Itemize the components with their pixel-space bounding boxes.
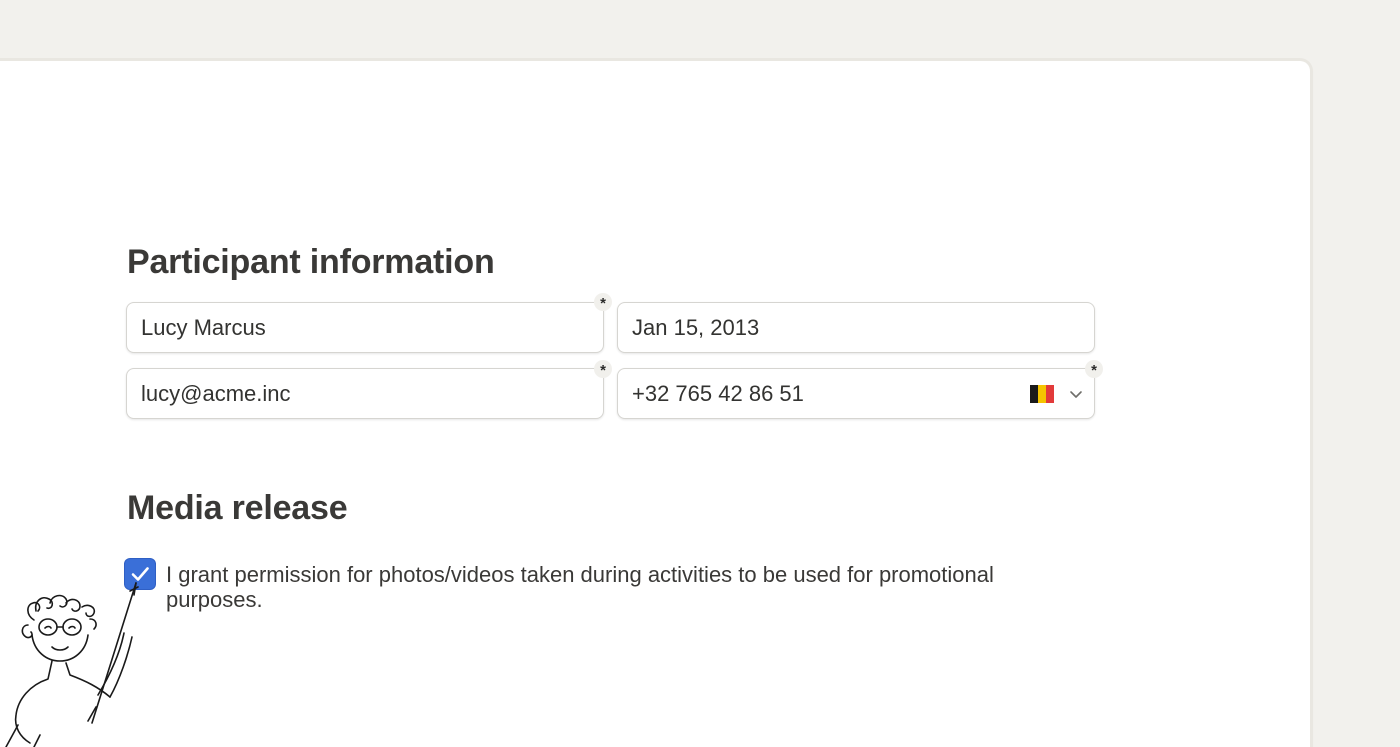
required-asterisk-name: * <box>594 293 612 312</box>
phone-input[interactable] <box>618 369 1094 418</box>
name-input[interactable] <box>127 303 603 352</box>
participant-information-heading: Participant information <box>127 243 495 281</box>
belgium-flag-icon[interactable] <box>1030 385 1054 403</box>
illustration-person-icon <box>5 582 139 747</box>
email-input[interactable] <box>127 369 603 418</box>
required-asterisk-phone: * <box>1085 360 1103 379</box>
required-asterisk-email: * <box>594 360 612 379</box>
date-of-birth-field[interactable] <box>617 302 1095 353</box>
chevron-down-icon[interactable] <box>1068 386 1084 402</box>
phone-field[interactable] <box>617 368 1095 419</box>
date-of-birth-input[interactable] <box>618 303 1094 352</box>
consent-label: I grant permission for photos/videos tak… <box>166 562 994 612</box>
email-field[interactable] <box>126 368 604 419</box>
media-release-heading: Media release <box>127 489 348 527</box>
name-field[interactable] <box>126 302 604 353</box>
